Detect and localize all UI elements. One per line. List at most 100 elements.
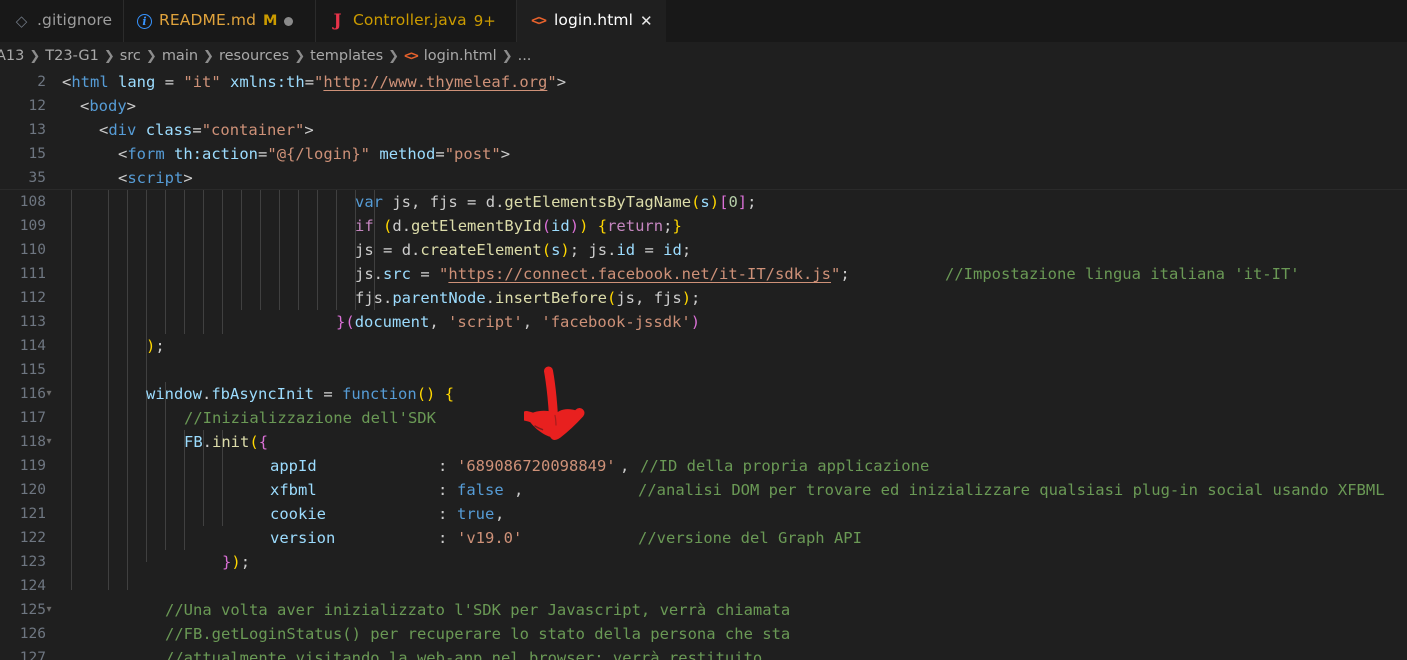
chevron-right-icon: ❯ (501, 48, 513, 64)
tab-problem-count: 9+ (473, 11, 496, 30)
code-comment: //Una volta aver inizializzato l'SDK per… (165, 601, 791, 619)
line-number: 13 (28, 122, 46, 138)
editor-line[interactable]: 117 //Inizializzazione dell'SDK (0, 406, 1407, 430)
line-number: 120 (19, 482, 46, 498)
line-number: 114 (19, 338, 46, 354)
editor-line[interactable]: 118 ▾ FB.init({ (0, 430, 1407, 454)
sdk-url-link[interactable]: https://connect.facebook.net/it-IT/sdk.j… (448, 265, 831, 283)
code-text: FB.init({ (184, 433, 269, 451)
tab-label: login.html (554, 11, 633, 30)
line-number: 117 (19, 410, 46, 426)
editor-line[interactable]: 124 (0, 574, 1407, 598)
line-number: 111 (19, 266, 46, 282)
code-comment: //analisi DOM per trovare ed inizializza… (638, 481, 1385, 499)
editor-line[interactable]: 112 fjs.parentNode.insertBefore(js, fjs)… (0, 286, 1407, 310)
line-number: 127 (19, 650, 46, 660)
editor-line[interactable]: 111 js.src = "https://connect.facebook.n… (0, 262, 1407, 286)
editor-line[interactable]: 114 ); (0, 334, 1407, 358)
close-icon[interactable]: ✕ (640, 13, 653, 29)
editor-line[interactable]: 125 ▾ //Una volta aver inizializzato l'S… (0, 598, 1407, 622)
fb-param-value: false (457, 481, 504, 499)
chevron-down-icon[interactable]: ▾ (42, 382, 56, 406)
line-number: 113 (19, 314, 46, 330)
editor-line[interactable]: 119 appId : '689086720098849' , //ID del… (0, 454, 1407, 478)
editor-line[interactable]: 109 if (d.getElementById(id)) {return;} (0, 214, 1407, 238)
editor-line[interactable]: 126 //FB.getLoginStatus() per recuperare… (0, 622, 1407, 646)
code-comment: //attualmente visitando la web-app nel b… (165, 649, 763, 660)
fb-param-comma: , (514, 481, 524, 499)
breadcrumb-item-more[interactable]: ... (518, 48, 532, 64)
tab-login-html[interactable]: <> login.html ✕ (517, 0, 666, 42)
editor-line[interactable]: 121 cookie : true , (0, 502, 1407, 526)
line-number: 124 (19, 578, 46, 594)
breadcrumb: A13 ❯ T23-G1 ❯ src ❯ main ❯ resources ❯ … (0, 42, 1407, 70)
line-number: 2 (37, 74, 46, 90)
code-text: if (d.getElementById(id)) {return;} (355, 217, 682, 235)
code-text: }); (222, 553, 251, 571)
code-text: js = d.createElement(s); js.id = id; (355, 241, 692, 259)
breadcrumb-item-t23-g1[interactable]: T23-G1 (45, 48, 99, 64)
fb-param-colon: : (438, 457, 448, 475)
sticky-line-13[interactable]: 13 <div class="container"> (0, 118, 1407, 142)
tab-dirty-indicator[interactable] (284, 16, 294, 26)
editor-line[interactable]: 108 var js, fjs = d.getElementsByTagName… (0, 190, 1407, 214)
editor-line[interactable]: 122 version : 'v19.0' //versione del Gra… (0, 526, 1407, 550)
breadcrumb-item-resources[interactable]: resources (219, 48, 289, 64)
code-text: }(document, 'script', 'facebook-jssdk') (336, 313, 701, 331)
tab-modified-badge: M (263, 12, 278, 29)
code-editor[interactable]: 108 var js, fjs = d.getElementsByTagName… (0, 190, 1407, 660)
fb-param-value: '689086720098849' (457, 457, 616, 475)
editor-line[interactable]: 113 }(document, 'script', 'facebook-jssd… (0, 310, 1407, 334)
info-icon: i (137, 13, 152, 29)
line-number: 115 (19, 362, 46, 378)
fb-param-colon: : (438, 529, 448, 547)
fb-param-colon: : (438, 505, 448, 523)
sticky-code-text: <div class="container"> (99, 121, 314, 139)
editor-tab-bar: ◇ .gitignore i README.md M J Controller.… (0, 0, 1407, 42)
editor-line[interactable]: 116 ▾ window.fbAsyncInit = function() { (0, 382, 1407, 406)
sticky-line-2[interactable]: 2 <html lang = "it" xmlns:th="http://www… (0, 70, 1407, 94)
chevron-down-icon[interactable]: ▾ (42, 598, 56, 622)
sticky-line-15[interactable]: 15 <form th:action="@{/login}" method="p… (0, 142, 1407, 166)
line-number: 122 (19, 530, 46, 546)
editor-line[interactable]: 127 //attualmente visitando la web-app n… (0, 646, 1407, 660)
sticky-code-text: <script> (118, 169, 193, 187)
code-comment: //FB.getLoginStatus() per recuperare lo … (165, 625, 791, 643)
chevron-down-icon[interactable]: ▾ (42, 430, 56, 454)
code-comment: //versione del Graph API (638, 529, 862, 547)
sticky-line-12[interactable]: 12 <body> (0, 94, 1407, 118)
breadcrumb-item-login-html[interactable]: login.html (424, 48, 497, 64)
line-number: 116 (19, 386, 46, 402)
code-comment: //ID della propria applicazione (640, 457, 930, 475)
git-icon: ◇ (15, 11, 28, 30)
tab-readme-md[interactable]: i README.md M (124, 0, 316, 42)
sticky-scroll-region: 2 <html lang = "it" xmlns:th="http://www… (0, 70, 1407, 190)
tab-label: .gitignore (37, 11, 113, 30)
code-text: var js, fjs = d.getElementsByTagName(s)[… (355, 193, 757, 211)
fb-param-value: 'v19.0' (457, 529, 523, 547)
line-number: 108 (19, 194, 46, 210)
line-number: 35 (28, 170, 46, 186)
breadcrumb-item-src[interactable]: src (120, 48, 141, 64)
chevron-right-icon: ❯ (294, 48, 306, 64)
editor-line[interactable]: 120 xfbml : false , //analisi DOM per tr… (0, 478, 1407, 502)
breadcrumb-item-main[interactable]: main (162, 48, 198, 64)
tab-label: Controller.java (353, 11, 467, 30)
line-number: 119 (19, 458, 46, 474)
sticky-code-text: <body> (80, 97, 137, 115)
line-number: 112 (19, 290, 46, 306)
line-number: 125 (19, 602, 46, 618)
breadcrumb-item-templates[interactable]: templates (310, 48, 383, 64)
editor-line[interactable]: 115 (0, 358, 1407, 382)
code-text: fjs.parentNode.insertBefore(js, fjs); (355, 289, 701, 307)
chevron-right-icon: ❯ (145, 48, 157, 64)
editor-line[interactable]: 123 }); (0, 550, 1407, 574)
tab-gitignore[interactable]: ◇ .gitignore (0, 0, 124, 42)
breadcrumb-item-a13[interactable]: A13 (0, 48, 24, 64)
editor-line[interactable]: 110 js = d.createElement(s); js.id = id; (0, 238, 1407, 262)
chevron-right-icon: ❯ (103, 48, 115, 64)
sticky-line-35[interactable]: 35 <script> (0, 166, 1407, 189)
html-icon: <> (531, 13, 547, 29)
tab-controller-java[interactable]: J Controller.java 9+ (316, 0, 517, 42)
fb-param-comma: , (495, 505, 505, 523)
